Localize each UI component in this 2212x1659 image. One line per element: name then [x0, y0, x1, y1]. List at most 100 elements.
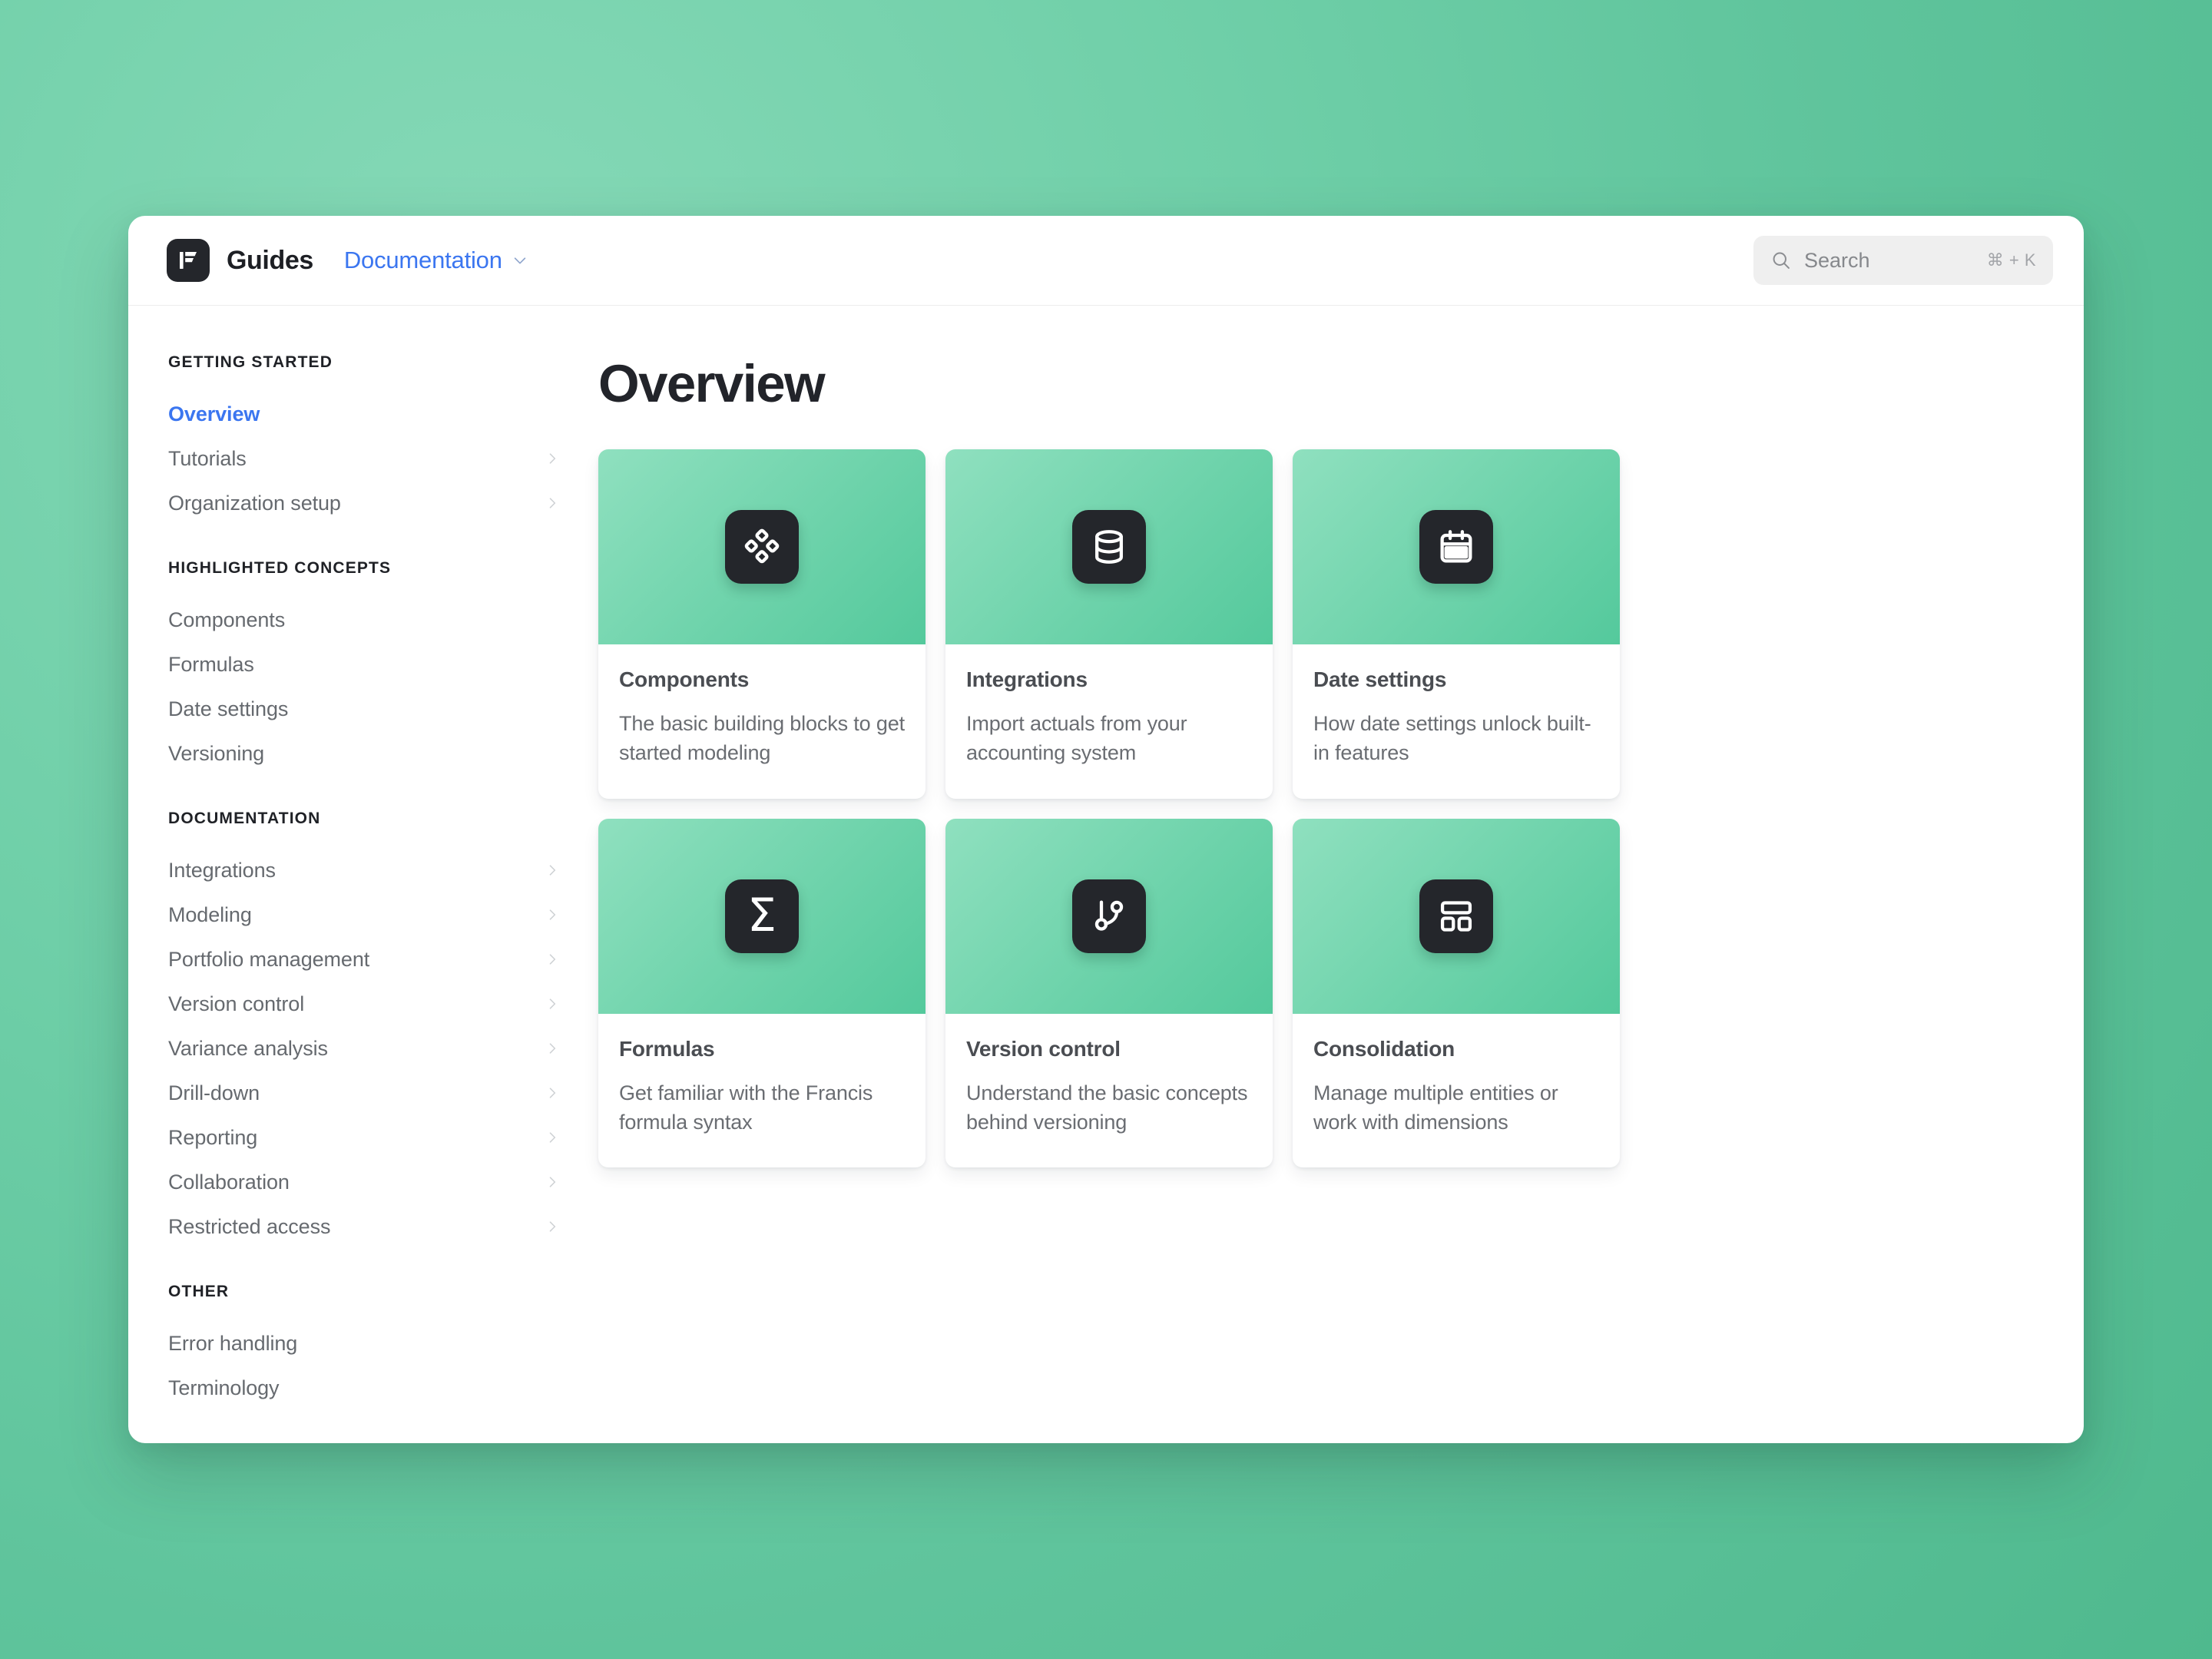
sidebar-item-date-settings[interactable]: Date settings — [168, 687, 560, 731]
sidebar-group: HIGHLIGHTED CONCEPTS Components Formulas Da… — [168, 559, 560, 776]
overview-card-grid: Components The basic building blocks to g… — [598, 449, 2038, 1168]
sidebar-item-version-control[interactable]: Version control — [168, 982, 560, 1026]
overview-card[interactable]: Version control Understand the basic conc… — [945, 818, 1273, 1168]
sidebar-item-label: Versioning — [168, 741, 265, 765]
calendar-icon — [1419, 510, 1493, 584]
sidebar-group: OTHER Error handling Terminology — [168, 1283, 560, 1410]
sidebar-item-terminology[interactable]: Terminology — [168, 1366, 560, 1410]
sidebar-item-drill-down[interactable]: Drill-down — [168, 1071, 560, 1115]
card-body: Version control Understand the basic conc… — [945, 1014, 1273, 1168]
card-body: Formulas Get familiar with the Francis fo… — [598, 1014, 926, 1168]
card-description: Get familiar with the Francis formula sy… — [619, 1081, 873, 1134]
francis-logo-icon — [167, 239, 210, 282]
chevron-right-icon — [549, 1132, 556, 1143]
sidebar-item-collaboration[interactable]: Collaboration — [168, 1160, 560, 1204]
overview-card[interactable]: Components The basic building blocks to g… — [598, 449, 926, 799]
sidebar-item-modeling[interactable]: Modeling — [168, 892, 560, 937]
card-title: Consolidation — [1313, 1036, 1455, 1061]
search-input[interactable]: Search ⌘ + K — [1753, 236, 2053, 285]
sidebar-item-label: Formulas — [168, 652, 254, 676]
sidebar-item-label: Portfolio management — [168, 947, 370, 971]
card-body: Components The basic building blocks to g… — [598, 644, 926, 799]
sidebar-item-organization-setup[interactable]: Organization setup — [168, 481, 560, 525]
sidebar-item-overview[interactable]: Overview — [168, 392, 560, 436]
sidebar-item-label: Date settings — [168, 697, 289, 720]
sidebar-item-tutorials[interactable]: Tutorials — [168, 436, 560, 481]
search-placeholder: Search — [1804, 248, 1870, 272]
card-body: Date settings How date settings unlock bu… — [1293, 644, 1620, 799]
sidebar-item-restricted-access[interactable]: Restricted access — [168, 1204, 560, 1249]
sidebar-group: DOCUMENTATION Integrations Modeling Portf… — [168, 810, 560, 1249]
section-switcher[interactable]: Documentation — [344, 247, 528, 274]
sidebar-item-formulas[interactable]: Formulas — [168, 642, 560, 687]
content-area: GETTING STARTED Overview Tutorials Organiz… — [128, 306, 2084, 1443]
search-shortcut-hint: ⌘ + K — [1986, 250, 2036, 270]
card-description: Understand the basic concepts behind ver… — [966, 1081, 1248, 1134]
sidebar-item-variance-analysis[interactable]: Variance analysis — [168, 1026, 560, 1071]
card-title: Components — [619, 667, 750, 691]
chevron-right-icon — [549, 998, 556, 1009]
chevron-right-icon — [549, 1088, 556, 1098]
main-content: Overview Components The basic building bl… — [598, 306, 2084, 1443]
card-thumbnail — [1293, 449, 1620, 644]
card-title: Version control — [966, 1036, 1121, 1061]
sidebar-group-heading: GETTING STARTED — [168, 353, 333, 371]
sidebar-group: GETTING STARTED Overview Tutorials Organiz… — [168, 353, 560, 525]
overview-card[interactable]: Date settings How date settings unlock bu… — [1293, 449, 1620, 799]
overview-card[interactable]: Consolidation Manage multiple entities or… — [1293, 818, 1620, 1168]
sidebar-item-label: Drill-down — [168, 1081, 260, 1104]
chevron-right-icon — [549, 498, 556, 508]
card-title: Date settings — [1313, 667, 1447, 691]
sidebar-item-label: Overview — [168, 402, 260, 426]
chevron-right-icon — [549, 1177, 556, 1187]
sidebar-item-label: Modeling — [168, 902, 252, 926]
card-thumbnail: Σ — [598, 818, 926, 1014]
sidebar-item-label: Version control — [168, 992, 305, 1015]
chevron-right-icon — [549, 909, 556, 920]
sidebar-item-label: Error handling — [168, 1331, 298, 1355]
sidebar-item-error-handling[interactable]: Error handling — [168, 1321, 560, 1366]
sidebar-item-components[interactable]: Components — [168, 598, 560, 642]
sidebar-group-heading: OTHER — [168, 1283, 230, 1300]
page-title: Overview — [598, 354, 826, 413]
brand-name: Guides — [227, 245, 313, 275]
card-title: Formulas — [619, 1036, 715, 1061]
sidebar-group-heading: HIGHLIGHTED CONCEPTS — [168, 559, 392, 577]
sigma-icon: Σ — [725, 879, 799, 953]
chevron-right-icon — [549, 1043, 556, 1054]
card-description: The basic building blocks to get started… — [619, 712, 905, 765]
sidebar-item-label: Restricted access — [168, 1214, 331, 1238]
blocks-diamond-icon — [725, 510, 799, 584]
card-description: Import actuals from your accounting syst… — [966, 712, 1187, 765]
sidebar-item-label: Reporting — [168, 1125, 258, 1149]
card-thumbnail — [598, 449, 926, 644]
sidebar-item-portfolio-management[interactable]: Portfolio management — [168, 937, 560, 982]
chevron-right-icon — [549, 453, 556, 464]
chevron-down-icon — [514, 257, 526, 264]
brand[interactable]: Guides — [167, 239, 313, 282]
sidebar-item-label: Components — [168, 608, 286, 631]
card-thumbnail — [1293, 818, 1620, 1014]
card-description: How date settings unlock built-in featur… — [1313, 712, 1591, 765]
card-body: Integrations Import actuals from your acc… — [945, 644, 1273, 799]
overview-card[interactable]: Σ Formulas Get familiar with the Francis f… — [598, 818, 926, 1168]
section-switcher-label: Documentation — [343, 247, 502, 273]
sidebar-item-versioning[interactable]: Versioning — [168, 731, 560, 776]
overview-card[interactable]: Integrations Import actuals from your acc… — [945, 449, 1273, 799]
card-title: Integrations — [966, 667, 1088, 691]
card-thumbnail — [945, 818, 1273, 1014]
sidebar-item-label: Organization setup — [168, 491, 341, 515]
sidebar-item-integrations[interactable]: Integrations — [168, 848, 560, 892]
sidebar-item-label: Tutorials — [168, 446, 247, 470]
card-body: Consolidation Manage multiple entities or… — [1293, 1014, 1620, 1168]
sidebar-item-label: Integrations — [168, 858, 276, 882]
sidebar-item-label: Terminology — [168, 1376, 280, 1399]
top-bar: Guides Documentation Search ⌘ + K — [128, 216, 2084, 306]
card-description: Manage multiple entities or work with di… — [1313, 1081, 1558, 1134]
sidebar-item-label: Variance analysis — [168, 1036, 328, 1060]
chevron-right-icon — [549, 865, 556, 876]
search-icon — [1773, 252, 1790, 269]
card-thumbnail — [945, 449, 1273, 644]
sidebar-item-reporting[interactable]: Reporting — [168, 1115, 560, 1160]
sidebar-item-label: Collaboration — [168, 1170, 290, 1194]
